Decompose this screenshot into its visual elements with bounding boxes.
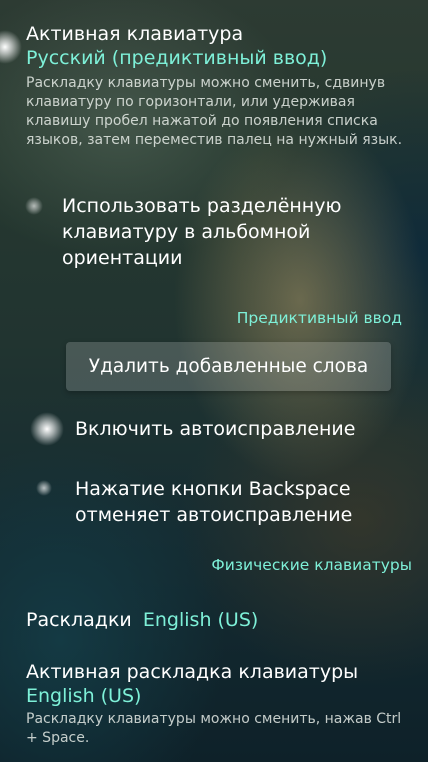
layouts-label: Раскладки — [26, 609, 132, 631]
layouts-value: English (US) — [142, 609, 259, 631]
backspace-undo-checkbox-icon[interactable] — [36, 480, 52, 496]
autocorrect-label: Включить автоисправление — [75, 418, 356, 440]
delete-added-words-button[interactable]: Удалить добавленные слова — [66, 342, 391, 391]
backspace-undo-option[interactable]: Нажатие кнопки Backspace отменяет автоис… — [20, 476, 420, 536]
decorative-glow — [0, 30, 22, 64]
active-keyboard-value: Русский (предиктивный ввод) — [26, 47, 328, 69]
active-keyboard-description: Раскладку клавиатуры можно сменить, сдви… — [26, 75, 403, 148]
active-layout-title: Активная раскладка клавиатуры — [26, 661, 359, 683]
backspace-undo-label: Нажатие кнопки Backspace отменяет автоис… — [75, 478, 353, 526]
predictive-section-header: Предиктивный ввод — [236, 309, 402, 327]
split-keyboard-option[interactable]: Использовать разделённую клавиатуру в ал… — [20, 193, 420, 279]
active-layout-value: English (US) — [26, 685, 142, 707]
split-keyboard-label: Использовать разделённую клавиатуру в ал… — [62, 195, 342, 269]
split-keyboard-checkbox-icon[interactable] — [25, 197, 43, 215]
active-layout-description: Раскладку клавиатуры можно сменить, нажа… — [26, 711, 402, 746]
active-layout-setting[interactable]: Активная раскладка клавиатуры English (U… — [26, 660, 421, 748]
autocorrect-option[interactable]: Включить автоисправление — [20, 410, 420, 450]
layouts-setting[interactable]: Раскладки English (US) — [26, 608, 406, 632]
autocorrect-checkbox-icon[interactable] — [30, 412, 64, 446]
physical-keyboards-section-header: Физические клавиатуры — [211, 556, 412, 574]
active-keyboard-title: Активная клавиатура — [26, 23, 244, 45]
active-keyboard-setting[interactable]: Активная клавиатура Русский (предиктивны… — [26, 22, 416, 150]
